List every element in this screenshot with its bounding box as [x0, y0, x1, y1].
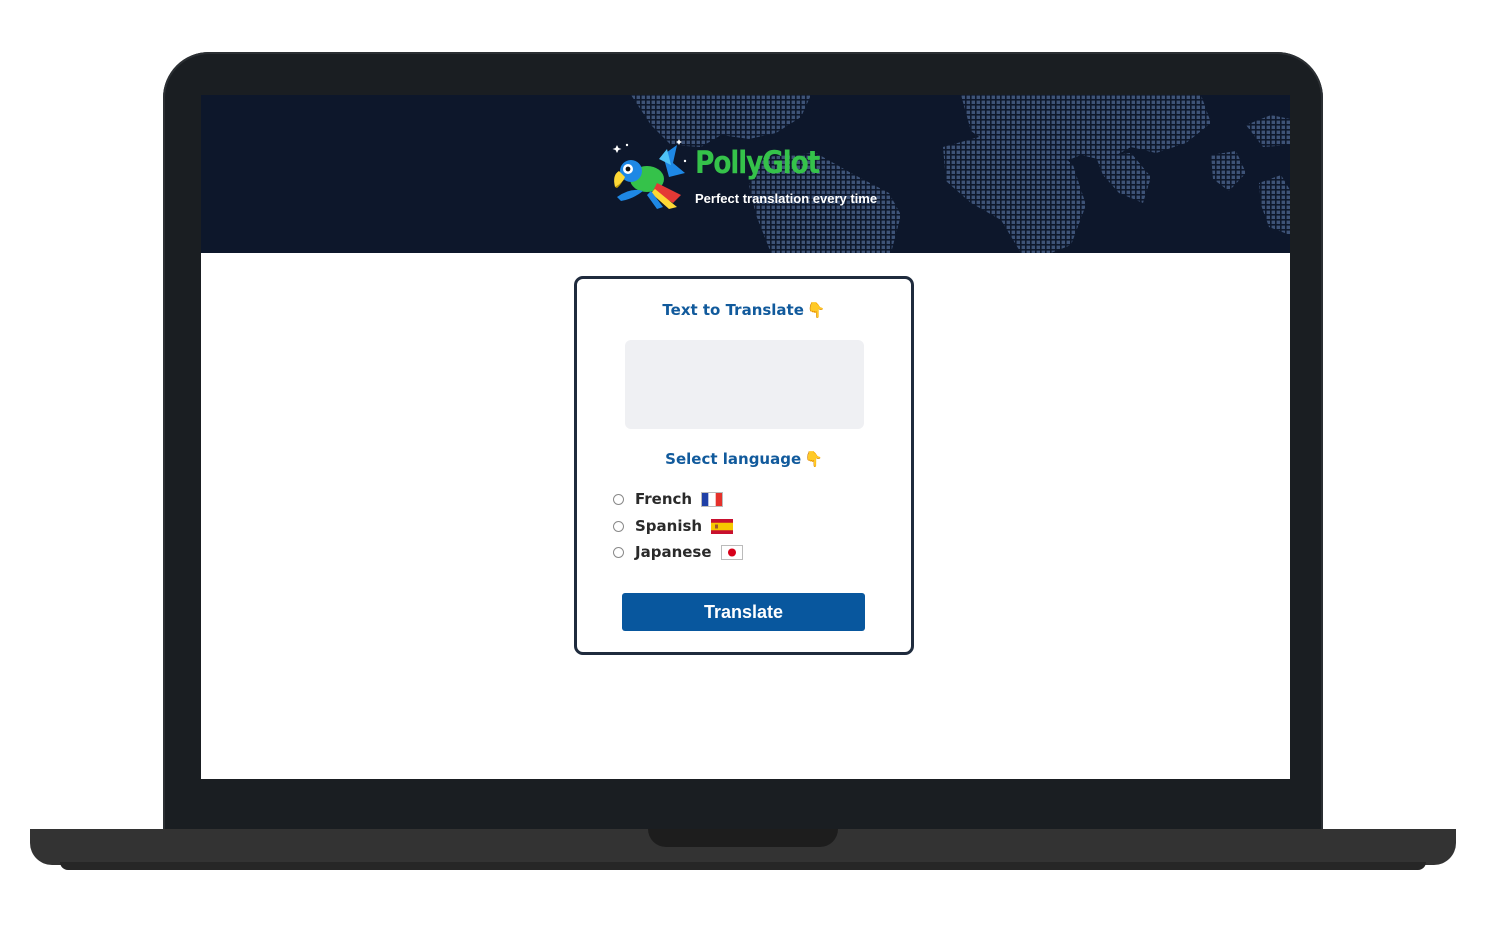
language-label: French	[635, 490, 693, 508]
language-option-french[interactable]: French	[613, 488, 724, 510]
flag-spain-icon	[711, 518, 734, 534]
text-to-translate-input[interactable]	[625, 340, 864, 429]
spanish-radio[interactable]	[613, 520, 624, 532]
translate-button[interactable]: Translate	[622, 593, 865, 631]
app-tagline: Perfect translation every time	[695, 191, 878, 206]
app-screen: PollyGlot Perfect translation every time…	[201, 95, 1290, 779]
pointing-down-icon: 👇	[804, 450, 823, 468]
text-to-translate-label: Text to Translate 👇	[577, 301, 911, 319]
translate-card: Text to Translate 👇 Select language 👇 Fren…	[574, 276, 914, 655]
french-radio[interactable]	[613, 493, 624, 505]
flag-france-icon	[701, 491, 724, 507]
pointing-down-icon: 👇	[806, 301, 826, 319]
language-label: Spanish	[635, 517, 703, 535]
language-label: Japanese	[635, 543, 712, 561]
text-to-translate-label-text: Text to Translate	[662, 301, 804, 319]
brand: PollyGlot Perfect translation every time	[611, 137, 911, 212]
select-language-label: Select language 👇	[577, 450, 911, 468]
app-header: PollyGlot Perfect translation every time	[201, 95, 1290, 253]
laptop-foot	[60, 862, 1426, 870]
app-name: PollyGlot	[695, 145, 820, 181]
parrot-logo-icon	[612, 139, 687, 209]
language-option-japanese[interactable]: Japanese	[613, 541, 743, 563]
japanese-radio[interactable]	[613, 546, 624, 558]
flag-japan-icon	[720, 544, 743, 560]
laptop-notch	[648, 829, 838, 847]
select-language-label-text: Select language	[665, 450, 802, 468]
language-option-spanish[interactable]: Spanish	[613, 515, 734, 537]
